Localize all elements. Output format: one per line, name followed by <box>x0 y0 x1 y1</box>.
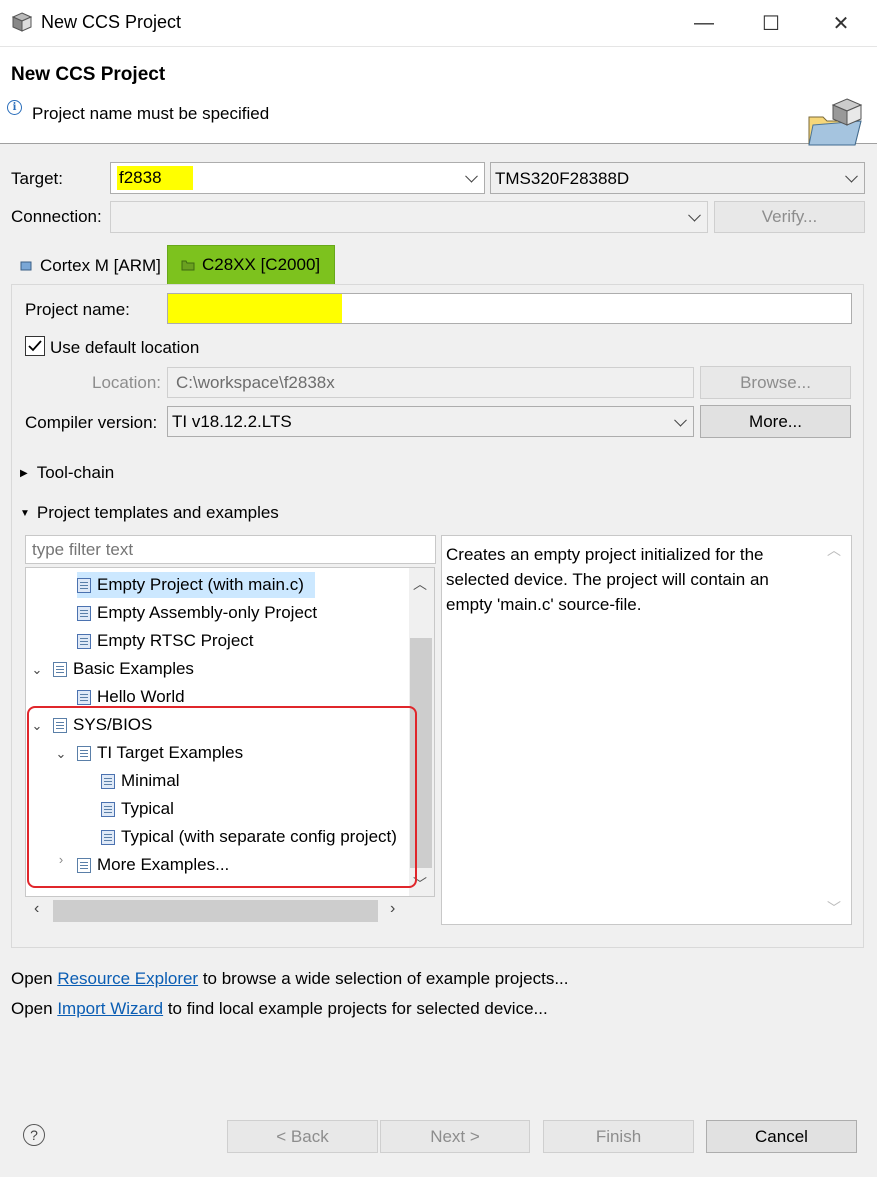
browse-button[interactable]: Browse... <box>700 366 851 399</box>
templates-label: Project templates and examples <box>36 503 279 522</box>
tab-c28xx[interactable]: C28XX [C2000] <box>167 245 335 285</box>
info-icon: i <box>7 100 22 115</box>
target-value: f2838 <box>117 166 193 190</box>
description-text: Creates an empty project initialized for… <box>446 545 769 614</box>
tree-item-empty-assembly[interactable]: Empty Assembly-only Project <box>77 600 317 626</box>
help-icon[interactable]: ? <box>23 1124 45 1146</box>
device-value: TMS320F28388D <box>495 169 630 188</box>
import-wizard-link[interactable]: Import Wizard <box>57 999 163 1018</box>
target-combo[interactable]: f2838 <box>110 162 485 194</box>
compiler-value: TI v18.12.2.LTS <box>172 412 292 431</box>
project-name-value <box>168 294 342 323</box>
link-prefix: Open <box>11 969 58 988</box>
project-template-icon <box>77 689 91 705</box>
device-combo[interactable]: TMS320F28388D <box>490 162 865 194</box>
tab-label: Cortex M [ARM] <box>40 256 161 275</box>
folder-icon <box>181 260 195 271</box>
check-icon <box>28 340 42 352</box>
maximize-button[interactable]: ☐ <box>742 0 800 46</box>
tree-item-label: Hello World <box>97 687 185 706</box>
use-default-checkbox[interactable] <box>25 336 45 356</box>
compiler-label: Compiler version: <box>25 413 158 432</box>
tab-cortex-m[interactable]: Cortex M [ARM] <box>18 256 161 276</box>
tab-label: C28XX [C2000] <box>202 255 321 274</box>
expand-down-icon[interactable]: ⌄ <box>31 662 43 678</box>
triangle-right-icon: ▶ <box>20 467 28 479</box>
window-title: New CCS Project <box>41 12 182 32</box>
scroll-right-icon[interactable]: › <box>390 900 395 918</box>
scroll-up-icon[interactable]: ︿ <box>413 574 427 594</box>
tree-item-basic-examples[interactable]: Basic Examples <box>53 656 194 682</box>
project-name-input[interactable] <box>167 293 852 324</box>
close-button[interactable]: ✕ <box>812 0 870 46</box>
cancel-button[interactable]: Cancel <box>706 1120 857 1153</box>
toolchain-label: Tool-chain <box>36 463 115 482</box>
location-label: Location: <box>92 373 161 392</box>
tree-item-empty-rtsc[interactable]: Empty RTSC Project <box>77 628 254 654</box>
filter-input[interactable] <box>25 535 436 564</box>
tree-item-label: Empty Assembly-only Project <box>97 603 318 622</box>
tree-item-label: Empty Project (with main.c) <box>97 575 304 594</box>
import-wizard-line: Open Import Wizard to find local example… <box>11 999 548 1019</box>
wizard-banner-icon <box>808 98 863 146</box>
minimize-button[interactable]: — <box>675 0 733 46</box>
link-prefix: Open <box>11 999 58 1018</box>
page-title: New CCS Project <box>11 64 166 85</box>
triangle-down-icon: ▼ <box>20 507 30 519</box>
annotation-red-box <box>27 706 417 888</box>
tree-item-label: Basic Examples <box>73 659 194 678</box>
scroll-up-icon[interactable]: ︿ <box>827 540 841 560</box>
use-default-label: Use default location <box>50 338 200 357</box>
template-description: Creates an empty project initialized for… <box>441 535 852 925</box>
toolchain-section[interactable]: ▶ Tool-chain <box>20 463 114 483</box>
tree-horizontal-scrollbar[interactable]: ‹ › <box>26 898 434 924</box>
ccs-app-icon <box>12 12 32 32</box>
back-button[interactable]: < Back <box>227 1120 378 1153</box>
title-bar: New CCS Project — ☐ ✕ <box>0 0 877 47</box>
location-input[interactable]: C:\workspace\f2838x <box>167 367 694 398</box>
project-template-icon <box>77 633 91 649</box>
tree-item-empty-project[interactable]: Empty Project (with main.c) <box>77 572 315 598</box>
link-suffix: to browse a wide selection of example pr… <box>198 969 569 988</box>
templates-section[interactable]: ▼ Project templates and examples <box>20 503 279 523</box>
tree-item-label: Empty RTSC Project <box>97 631 254 650</box>
link-suffix: to find local example projects for selec… <box>163 999 548 1018</box>
scroll-down-icon[interactable]: ﹀ <box>827 898 841 918</box>
chevron-down-icon <box>465 169 478 183</box>
verify-button[interactable]: Verify... <box>714 201 865 233</box>
chevron-down-icon <box>845 169 858 183</box>
next-button[interactable]: Next > <box>380 1120 530 1153</box>
project-name-label: Project name: <box>25 300 130 319</box>
target-label: Target: <box>11 169 63 188</box>
status-message: Project name must be specified <box>32 104 270 123</box>
compiler-combo[interactable]: TI v18.12.2.LTS <box>167 406 694 437</box>
wizard-header: New CCS Project i Project name must be s… <box>0 47 877 146</box>
project-template-icon <box>77 605 91 621</box>
chip-icon <box>20 261 32 271</box>
chevron-down-icon <box>674 413 687 427</box>
project-template-icon <box>77 577 91 593</box>
finish-button[interactable]: Finish <box>543 1120 694 1153</box>
scrollbar-thumb[interactable] <box>53 900 378 922</box>
chevron-down-icon <box>688 208 701 222</box>
more-button[interactable]: More... <box>700 405 851 438</box>
connection-combo[interactable] <box>110 201 708 233</box>
resource-explorer-link[interactable]: Resource Explorer <box>57 969 198 988</box>
folder-list-icon <box>53 661 67 677</box>
connection-label: Connection: <box>11 207 102 226</box>
scroll-left-icon[interactable]: ‹ <box>34 900 39 918</box>
location-value: C:\workspace\f2838x <box>176 373 335 392</box>
resource-explorer-line: Open Resource Explorer to browse a wide … <box>11 969 569 989</box>
